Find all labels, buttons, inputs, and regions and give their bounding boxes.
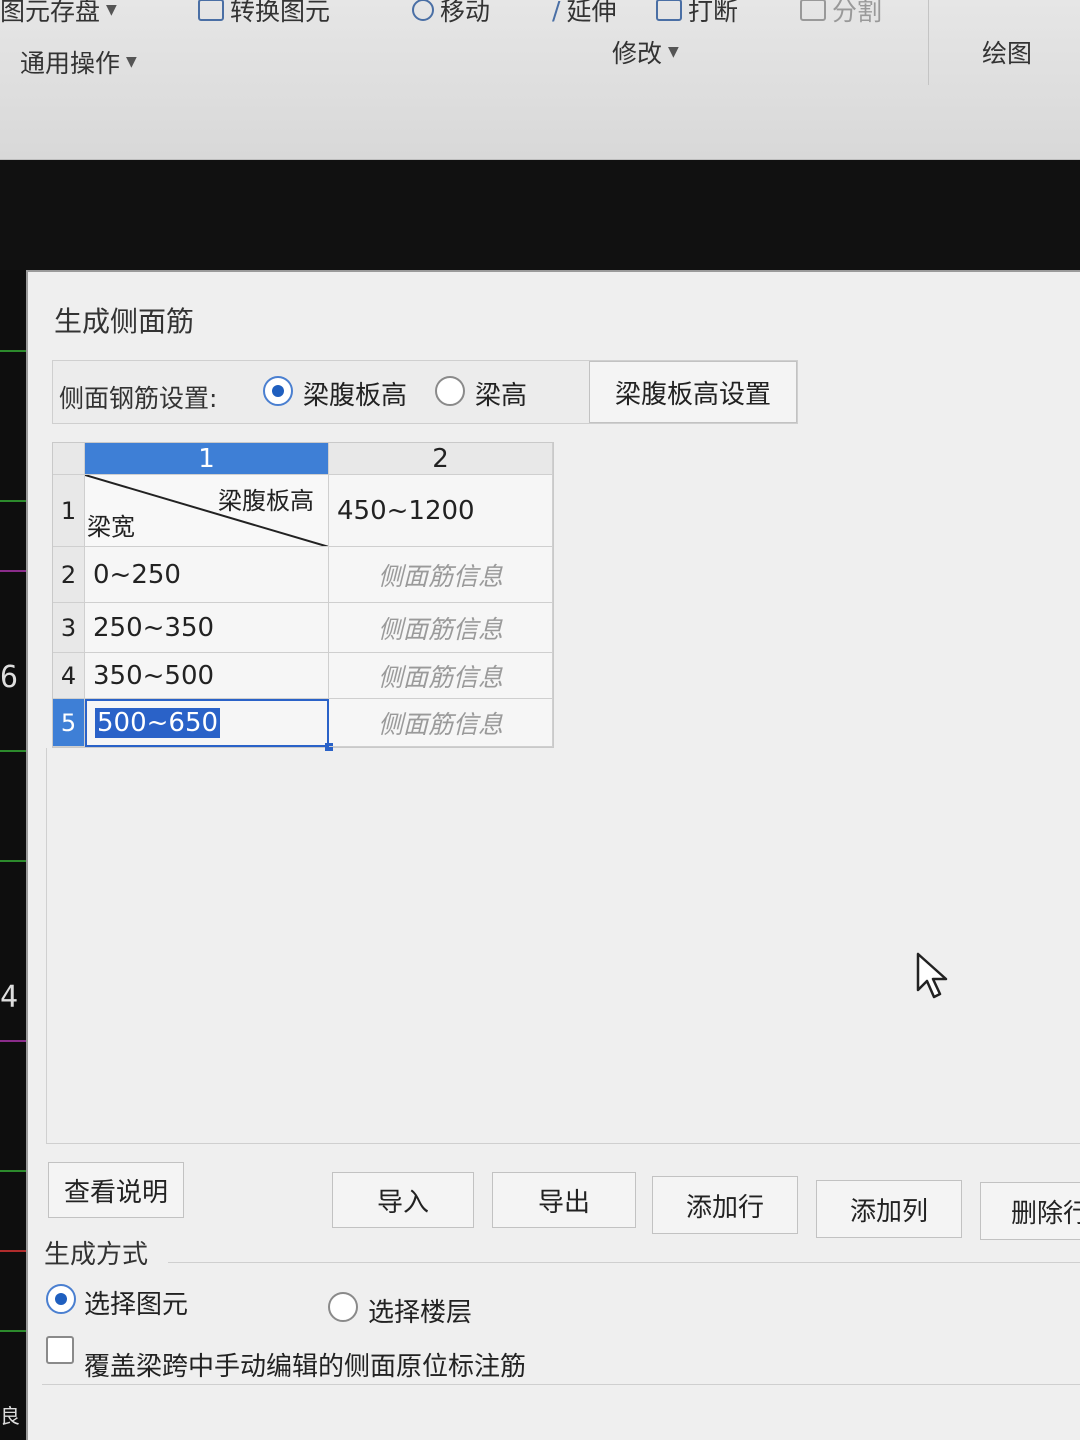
chevron-down-icon: ▼	[106, 2, 117, 18]
canvas-label: 良	[0, 1404, 20, 1428]
element-save-label: 图元存盘	[0, 0, 101, 26]
row-header-1[interactable]: 1	[53, 475, 85, 547]
canvas-background	[0, 160, 1080, 270]
beam-width-cell[interactable]: 350~500	[85, 653, 329, 699]
beam-width-edit-text[interactable]: 500~650	[95, 708, 221, 738]
generate-side-bar-dialog: 生成侧面筋 侧面钢筋设置: 梁腹板高 梁高 梁腹板高设置 1 2 1 梁腹板高 …	[26, 270, 1080, 1440]
select-element-radio[interactable]	[46, 1284, 76, 1314]
modify-group[interactable]: 修改 ▼	[612, 34, 679, 70]
beam-height-radio[interactable]	[435, 376, 465, 406]
override-manual-edit-checkbox[interactable]	[46, 1336, 74, 1364]
row-header-4[interactable]: 4	[53, 653, 85, 699]
view-help-button[interactable]: 查看说明	[48, 1162, 184, 1218]
canvas-label: 6	[0, 660, 19, 695]
add-column-button[interactable]: 添加列	[816, 1180, 962, 1238]
row-header-3[interactable]: 3	[53, 603, 85, 653]
side-bar-info-cell[interactable]: 侧面筋信息	[329, 603, 553, 653]
select-element-label[interactable]: 选择图元	[84, 1284, 188, 1321]
extend-button[interactable]: / 延伸	[552, 0, 616, 28]
convert-icon	[198, 0, 224, 21]
column-header-2[interactable]: 2	[329, 443, 553, 475]
side-bar-grid: 1 2 1 梁腹板高 梁宽 450~1200 2 0~250 侧面筋信息 3 2…	[52, 442, 554, 751]
draw-label: 绘图	[982, 39, 1033, 68]
general-operations-label: 通用操作	[20, 49, 121, 78]
side-bar-info-cell[interactable]: 侧面筋信息	[329, 653, 553, 699]
side-bar-setting-label: 侧面钢筋设置:	[59, 384, 218, 413]
generation-mode-title: 生成方式	[44, 1240, 149, 1270]
web-height-settings-button[interactable]: 梁腹板高设置	[589, 361, 797, 423]
beam-width-cell-editing[interactable]: 500~650	[85, 699, 329, 747]
row-header-2[interactable]: 2	[53, 547, 85, 603]
column-header-1[interactable]: 1	[85, 443, 329, 475]
delete-row-button[interactable]: 删除行	[980, 1182, 1080, 1240]
split-label: 分割	[832, 0, 883, 26]
chevron-down-icon: ▼	[668, 44, 679, 60]
dialog-title: 生成侧面筋	[54, 305, 195, 338]
break-button[interactable]: 打断	[656, 0, 738, 28]
side-bar-info-cell[interactable]: 侧面筋信息	[329, 699, 553, 747]
extend-label: 延伸	[566, 0, 617, 26]
import-button[interactable]: 导入	[332, 1172, 474, 1228]
ribbon-toolbar: 图元存盘 ▼ 转换图元 移动 / 延伸 打断 分割 通用操作 ▼ 修改 ▼ 绘图	[0, 0, 1080, 160]
generation-mode-divider	[168, 1262, 1080, 1263]
move-button[interactable]: 移动	[412, 0, 490, 28]
chevron-down-icon: ▼	[126, 54, 137, 70]
side-bar-setting-group: 侧面钢筋设置: 梁腹板高 梁高 梁腹板高设置	[52, 360, 798, 424]
split-icon	[800, 0, 826, 21]
element-save-button[interactable]: 图元存盘 ▼	[0, 0, 117, 28]
override-manual-edit-label[interactable]: 覆盖梁跨中手动编辑的侧面原位标注筋	[84, 1346, 526, 1383]
extend-icon: /	[552, 0, 561, 25]
canvas-label: 4	[0, 980, 19, 1015]
beam-width-header-label: 梁宽	[87, 513, 135, 541]
bottom-divider	[42, 1384, 1080, 1385]
select-floor-radio[interactable]	[328, 1292, 358, 1322]
beam-height-radio-label[interactable]: 梁高	[475, 375, 527, 412]
convert-element-button[interactable]: 转换图元	[198, 0, 330, 28]
row-header-5[interactable]: 5	[53, 699, 85, 747]
web-height-header-label: 梁腹板高	[218, 487, 314, 515]
beam-width-cell[interactable]: 250~350	[85, 603, 329, 653]
break-label: 打断	[688, 0, 739, 26]
general-operations-group[interactable]: 通用操作 ▼	[20, 44, 137, 80]
draw-group[interactable]: 绘图	[982, 34, 1032, 70]
modify-label: 修改	[612, 39, 663, 68]
diagonal-header-cell[interactable]: 梁腹板高 梁宽	[85, 475, 329, 547]
side-bar-info-cell[interactable]: 侧面筋信息	[329, 547, 553, 603]
split-button[interactable]: 分割	[800, 0, 882, 28]
mouse-cursor-icon	[916, 952, 948, 999]
select-floor-label[interactable]: 选择楼层	[368, 1292, 472, 1329]
convert-element-label: 转换图元	[230, 0, 331, 26]
add-row-button[interactable]: 添加行	[652, 1176, 798, 1234]
grid-empty-area	[46, 748, 1080, 1144]
web-height-radio[interactable]	[263, 376, 293, 406]
web-height-radio-label[interactable]: 梁腹板高	[303, 375, 407, 412]
move-label: 移动	[440, 0, 491, 26]
ribbon-separator	[928, 0, 929, 85]
beam-width-cell[interactable]: 0~250	[85, 547, 329, 603]
break-icon	[656, 0, 682, 21]
web-height-range-cell[interactable]: 450~1200	[329, 475, 553, 547]
grid-corner[interactable]	[53, 443, 85, 475]
export-button[interactable]: 导出	[492, 1172, 636, 1228]
move-icon	[412, 0, 434, 21]
